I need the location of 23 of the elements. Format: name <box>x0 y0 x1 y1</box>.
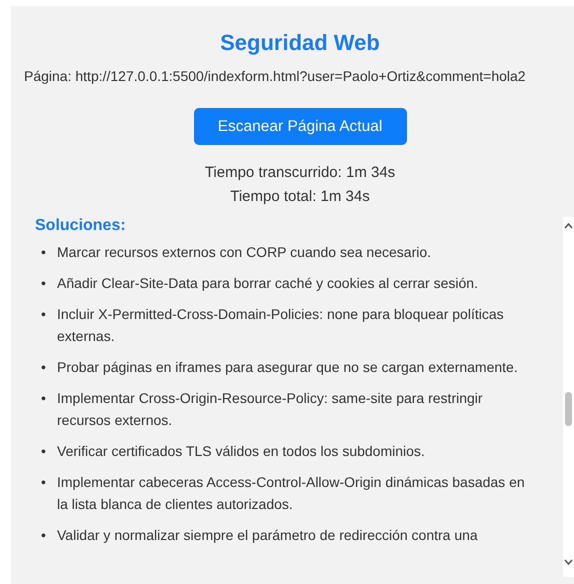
bullet: • <box>41 358 47 377</box>
app-title: Seguridad Web <box>220 30 380 56</box>
solution-item: Verificar certificados TLS válidos en todos los subdominios. <box>57 442 426 461</box>
solution-item: Añadir Clear-Site-Data para borrar caché y cookies al cerrar sesión. <box>57 274 479 293</box>
solution-item: Marcar recursos externos con CORP cuando sea necesario. <box>57 243 432 262</box>
solution-item: Incluir X-Permitted-Cross-Domain-Policies: none para bloquear políticas externas. <box>57 305 505 346</box>
elapsed-time: Tiempo transcurrido: 1m 34s <box>204 163 396 183</box>
bullet: • <box>41 473 47 492</box>
scan-button[interactable]: Escanear Página Actual <box>194 108 406 145</box>
solution-item: Probar páginas en iframes para asegurar que no se cargan externamente. <box>57 358 519 377</box>
total-time: Tiempo total: 1m 34s <box>230 187 370 207</box>
bullet: • <box>41 305 47 324</box>
solution-item: Implementar cabeceras Access-Control-Allow-Origin dinámicas basadas en la lista blanca de clientes autorizados. <box>57 473 526 514</box>
bullet: • <box>41 442 47 461</box>
scrollbar[interactable] <box>563 217 574 577</box>
bullet: • <box>41 526 47 545</box>
bullet: • <box>41 389 47 408</box>
page-url: Página: http://127.0.0.1:5500/indexform.html?user=Paolo+Ortiz&comment=hola2 <box>23 68 526 84</box>
solution-item: Validar y normalizar siempre el parámetro de redirección contra una <box>57 526 479 545</box>
bullet: • <box>41 243 47 262</box>
bullet: • <box>41 274 47 293</box>
solutions-heading: Soluciones: <box>35 217 127 235</box>
solution-item: Implementar Cross-Origin-Resource-Policy: same-site para restringir recursos externos. <box>57 389 484 430</box>
